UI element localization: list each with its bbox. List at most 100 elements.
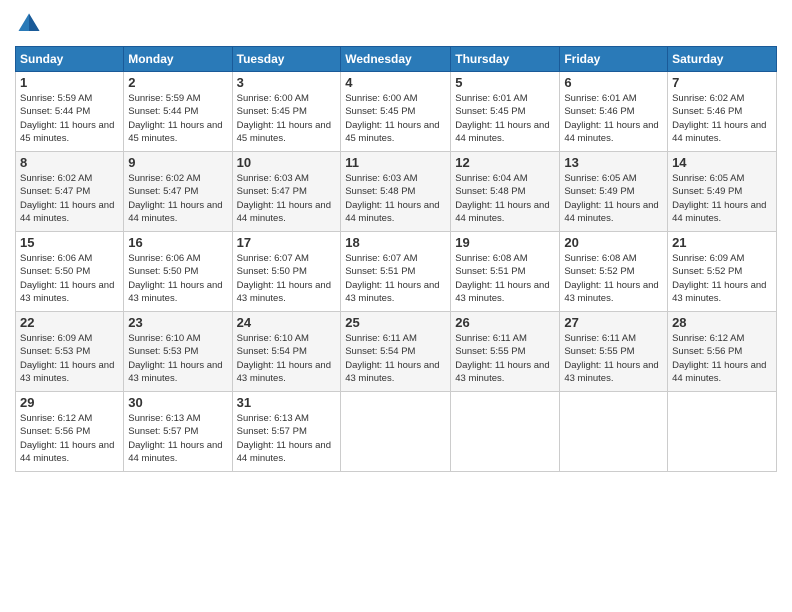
calendar-cell: 11 Sunrise: 6:03 AM Sunset: 5:48 PM Dayl… xyxy=(341,152,451,232)
day-number: 5 xyxy=(455,75,555,90)
calendar-cell: 4 Sunrise: 6:00 AM Sunset: 5:45 PM Dayli… xyxy=(341,72,451,152)
day-info: Sunrise: 6:09 AM Sunset: 5:53 PM Dayligh… xyxy=(20,332,119,385)
day-number: 18 xyxy=(345,235,446,250)
day-number: 3 xyxy=(237,75,337,90)
calendar-cell: 15 Sunrise: 6:06 AM Sunset: 5:50 PM Dayl… xyxy=(16,232,124,312)
day-info: Sunrise: 6:07 AM Sunset: 5:51 PM Dayligh… xyxy=(345,252,446,305)
week-row-4: 22 Sunrise: 6:09 AM Sunset: 5:53 PM Dayl… xyxy=(16,312,777,392)
day-info: Sunrise: 6:13 AM Sunset: 5:57 PM Dayligh… xyxy=(237,412,337,465)
page: SundayMondayTuesdayWednesdayThursdayFrid… xyxy=(0,0,792,612)
calendar-cell: 21 Sunrise: 6:09 AM Sunset: 5:52 PM Dayl… xyxy=(668,232,777,312)
day-info: Sunrise: 6:01 AM Sunset: 5:45 PM Dayligh… xyxy=(455,92,555,145)
day-number: 6 xyxy=(564,75,663,90)
day-info: Sunrise: 5:59 AM Sunset: 5:44 PM Dayligh… xyxy=(20,92,119,145)
calendar-cell: 13 Sunrise: 6:05 AM Sunset: 5:49 PM Dayl… xyxy=(560,152,668,232)
calendar-cell: 3 Sunrise: 6:00 AM Sunset: 5:45 PM Dayli… xyxy=(232,72,341,152)
day-info: Sunrise: 6:03 AM Sunset: 5:47 PM Dayligh… xyxy=(237,172,337,225)
day-info: Sunrise: 6:12 AM Sunset: 5:56 PM Dayligh… xyxy=(672,332,772,385)
day-number: 30 xyxy=(128,395,227,410)
day-header-sunday: Sunday xyxy=(16,47,124,72)
week-row-1: 1 Sunrise: 5:59 AM Sunset: 5:44 PM Dayli… xyxy=(16,72,777,152)
day-number: 22 xyxy=(20,315,119,330)
calendar-cell xyxy=(668,392,777,472)
day-number: 8 xyxy=(20,155,119,170)
calendar-cell: 19 Sunrise: 6:08 AM Sunset: 5:51 PM Dayl… xyxy=(451,232,560,312)
calendar-cell: 1 Sunrise: 5:59 AM Sunset: 5:44 PM Dayli… xyxy=(16,72,124,152)
calendar-cell: 23 Sunrise: 6:10 AM Sunset: 5:53 PM Dayl… xyxy=(124,312,232,392)
day-info: Sunrise: 6:10 AM Sunset: 5:53 PM Dayligh… xyxy=(128,332,227,385)
calendar-cell: 31 Sunrise: 6:13 AM Sunset: 5:57 PM Dayl… xyxy=(232,392,341,472)
day-number: 4 xyxy=(345,75,446,90)
day-number: 9 xyxy=(128,155,227,170)
day-number: 27 xyxy=(564,315,663,330)
calendar-cell: 26 Sunrise: 6:11 AM Sunset: 5:55 PM Dayl… xyxy=(451,312,560,392)
day-info: Sunrise: 6:11 AM Sunset: 5:55 PM Dayligh… xyxy=(455,332,555,385)
calendar-cell: 22 Sunrise: 6:09 AM Sunset: 5:53 PM Dayl… xyxy=(16,312,124,392)
day-info: Sunrise: 6:02 AM Sunset: 5:47 PM Dayligh… xyxy=(20,172,119,225)
calendar-cell: 12 Sunrise: 6:04 AM Sunset: 5:48 PM Dayl… xyxy=(451,152,560,232)
calendar-cell: 2 Sunrise: 5:59 AM Sunset: 5:44 PM Dayli… xyxy=(124,72,232,152)
day-number: 20 xyxy=(564,235,663,250)
day-info: Sunrise: 5:59 AM Sunset: 5:44 PM Dayligh… xyxy=(128,92,227,145)
calendar-cell: 16 Sunrise: 6:06 AM Sunset: 5:50 PM Dayl… xyxy=(124,232,232,312)
day-info: Sunrise: 6:09 AM Sunset: 5:52 PM Dayligh… xyxy=(672,252,772,305)
day-header-saturday: Saturday xyxy=(668,47,777,72)
week-row-5: 29 Sunrise: 6:12 AM Sunset: 5:56 PM Dayl… xyxy=(16,392,777,472)
calendar-cell: 20 Sunrise: 6:08 AM Sunset: 5:52 PM Dayl… xyxy=(560,232,668,312)
day-header-tuesday: Tuesday xyxy=(232,47,341,72)
day-number: 21 xyxy=(672,235,772,250)
day-number: 26 xyxy=(455,315,555,330)
calendar-cell: 18 Sunrise: 6:07 AM Sunset: 5:51 PM Dayl… xyxy=(341,232,451,312)
day-number: 7 xyxy=(672,75,772,90)
day-info: Sunrise: 6:00 AM Sunset: 5:45 PM Dayligh… xyxy=(345,92,446,145)
day-number: 16 xyxy=(128,235,227,250)
day-info: Sunrise: 6:05 AM Sunset: 5:49 PM Dayligh… xyxy=(672,172,772,225)
calendar-cell xyxy=(341,392,451,472)
calendar-cell: 10 Sunrise: 6:03 AM Sunset: 5:47 PM Dayl… xyxy=(232,152,341,232)
day-number: 24 xyxy=(237,315,337,330)
logo xyxy=(15,10,47,38)
calendar-cell: 29 Sunrise: 6:12 AM Sunset: 5:56 PM Dayl… xyxy=(16,392,124,472)
calendar-cell: 9 Sunrise: 6:02 AM Sunset: 5:47 PM Dayli… xyxy=(124,152,232,232)
day-info: Sunrise: 6:05 AM Sunset: 5:49 PM Dayligh… xyxy=(564,172,663,225)
day-number: 23 xyxy=(128,315,227,330)
day-number: 19 xyxy=(455,235,555,250)
calendar: SundayMondayTuesdayWednesdayThursdayFrid… xyxy=(15,46,777,472)
week-row-2: 8 Sunrise: 6:02 AM Sunset: 5:47 PM Dayli… xyxy=(16,152,777,232)
day-number: 28 xyxy=(672,315,772,330)
day-info: Sunrise: 6:00 AM Sunset: 5:45 PM Dayligh… xyxy=(237,92,337,145)
calendar-cell: 24 Sunrise: 6:10 AM Sunset: 5:54 PM Dayl… xyxy=(232,312,341,392)
calendar-cell: 7 Sunrise: 6:02 AM Sunset: 5:46 PM Dayli… xyxy=(668,72,777,152)
day-number: 1 xyxy=(20,75,119,90)
day-header-wednesday: Wednesday xyxy=(341,47,451,72)
calendar-cell: 30 Sunrise: 6:13 AM Sunset: 5:57 PM Dayl… xyxy=(124,392,232,472)
day-info: Sunrise: 6:07 AM Sunset: 5:50 PM Dayligh… xyxy=(237,252,337,305)
calendar-cell: 28 Sunrise: 6:12 AM Sunset: 5:56 PM Dayl… xyxy=(668,312,777,392)
day-info: Sunrise: 6:02 AM Sunset: 5:47 PM Dayligh… xyxy=(128,172,227,225)
day-info: Sunrise: 6:11 AM Sunset: 5:55 PM Dayligh… xyxy=(564,332,663,385)
day-info: Sunrise: 6:13 AM Sunset: 5:57 PM Dayligh… xyxy=(128,412,227,465)
day-info: Sunrise: 6:04 AM Sunset: 5:48 PM Dayligh… xyxy=(455,172,555,225)
day-number: 2 xyxy=(128,75,227,90)
calendar-cell: 27 Sunrise: 6:11 AM Sunset: 5:55 PM Dayl… xyxy=(560,312,668,392)
calendar-cell xyxy=(451,392,560,472)
calendar-cell: 6 Sunrise: 6:01 AM Sunset: 5:46 PM Dayli… xyxy=(560,72,668,152)
day-number: 29 xyxy=(20,395,119,410)
day-header-friday: Friday xyxy=(560,47,668,72)
header xyxy=(15,10,777,38)
day-number: 13 xyxy=(564,155,663,170)
week-row-3: 15 Sunrise: 6:06 AM Sunset: 5:50 PM Dayl… xyxy=(16,232,777,312)
day-info: Sunrise: 6:10 AM Sunset: 5:54 PM Dayligh… xyxy=(237,332,337,385)
day-number: 31 xyxy=(237,395,337,410)
day-info: Sunrise: 6:01 AM Sunset: 5:46 PM Dayligh… xyxy=(564,92,663,145)
day-number: 12 xyxy=(455,155,555,170)
day-header-thursday: Thursday xyxy=(451,47,560,72)
day-info: Sunrise: 6:12 AM Sunset: 5:56 PM Dayligh… xyxy=(20,412,119,465)
day-number: 17 xyxy=(237,235,337,250)
day-info: Sunrise: 6:06 AM Sunset: 5:50 PM Dayligh… xyxy=(128,252,227,305)
logo-icon xyxy=(15,10,43,38)
day-number: 14 xyxy=(672,155,772,170)
day-info: Sunrise: 6:11 AM Sunset: 5:54 PM Dayligh… xyxy=(345,332,446,385)
day-info: Sunrise: 6:06 AM Sunset: 5:50 PM Dayligh… xyxy=(20,252,119,305)
day-number: 25 xyxy=(345,315,446,330)
